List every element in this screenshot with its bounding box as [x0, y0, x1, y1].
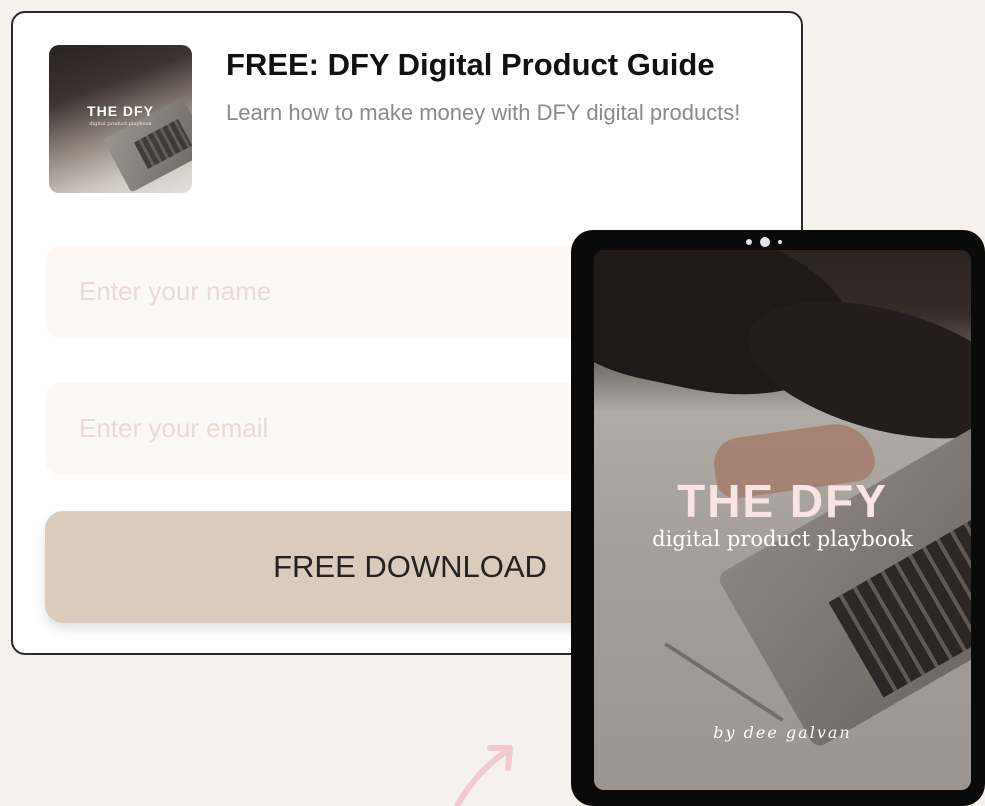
name-input-placeholder: Enter your name [79, 276, 272, 306]
form-subtitle: Learn how to make money with DFY digital… [226, 100, 741, 125]
thumbnail-title: THE DFY [87, 103, 154, 119]
cover-subtitle: digital product playbook [652, 527, 913, 551]
arrow-up-right-icon [455, 745, 513, 806]
thumbnail-subtitle: digital product playbook [89, 121, 152, 127]
tablet-camera-icon [760, 237, 770, 247]
tablet-sensor-dot [746, 239, 752, 245]
product-thumbnail: THE DFY digital product playbook [49, 45, 192, 193]
tablet-sensor-dot [778, 240, 782, 244]
cover-author: by dee galvan [713, 723, 852, 742]
tablet-mockup: THE DFY digital product playbook by dee … [571, 230, 985, 806]
email-input-placeholder: Enter your email [79, 413, 269, 443]
ebook-cover: THE DFY digital product playbook by dee … [594, 250, 971, 790]
cover-title: THE DFY [677, 475, 888, 527]
form-title: FREE: DFY Digital Product Guide [226, 47, 715, 82]
